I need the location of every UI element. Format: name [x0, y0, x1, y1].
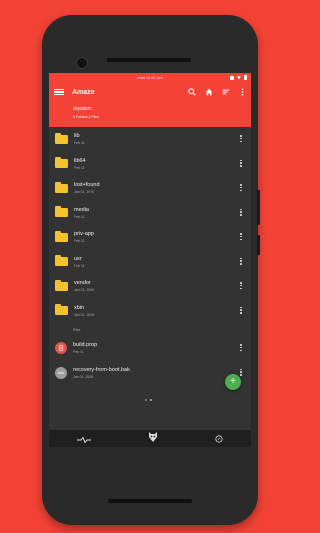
list-item[interactable]: lib64 Feb 11: [49, 152, 251, 177]
item-name: lib64: [74, 157, 86, 164]
volume-button: [257, 235, 260, 255]
item-date: Feb 11: [74, 214, 85, 219]
more-options-icon[interactable]: [240, 282, 242, 290]
folder-icon: [55, 181, 68, 193]
page-indicator: [145, 399, 152, 401]
signal-logo-icon[interactable]: [77, 430, 92, 448]
list-item[interactable]: vendor Jan 01, 2009: [49, 274, 251, 299]
more-options-icon[interactable]: [240, 135, 242, 143]
app-mascot-icon[interactable]: [148, 430, 158, 448]
status-time: mon 11:47 pm: [137, 75, 163, 80]
bottom-nav-bar: [49, 430, 251, 447]
item-date: Feb 11: [74, 141, 85, 146]
overflow-menu-icon[interactable]: [238, 87, 247, 96]
list-item[interactable]: lib Feb 11: [49, 127, 251, 152]
item-date: Feb 11: [74, 165, 85, 170]
list-item[interactable]: priv-app Feb 11: [49, 225, 251, 250]
app-title: Amaze: [72, 88, 95, 96]
folder-icon: [55, 230, 68, 242]
item-name: priv-app: [74, 231, 94, 238]
list-item[interactable]: usr Feb 11: [49, 250, 251, 275]
list-item[interactable]: bak recovery-from-boot.bak Jan 01, 2009: [49, 361, 251, 386]
list-item[interactable]: lost+found Jan 01, 1970: [49, 176, 251, 201]
folder-icon: [55, 304, 68, 316]
item-name: lib: [74, 133, 80, 140]
item-name: recovery-from-boot.bak: [73, 366, 130, 373]
item-date: Jan 01, 2009: [74, 288, 95, 293]
more-options-icon[interactable]: [240, 368, 242, 377]
item-date: Jan 01, 1970: [74, 190, 95, 195]
more-options-icon[interactable]: [240, 184, 242, 192]
folder-icon: [55, 157, 68, 169]
folder-icon: [55, 255, 68, 267]
file-list: lib Feb 11 lib64 Feb 11 lost+found Jan 01, …: [49, 127, 251, 385]
front-camera: [77, 58, 87, 68]
folder-icon: [55, 206, 68, 218]
item-name: media: [74, 206, 89, 213]
item-date: Jan 01, 2009: [73, 374, 94, 379]
item-name: lost+found: [74, 182, 100, 189]
bak-file-icon: bak: [55, 366, 67, 379]
more-options-icon[interactable]: [240, 233, 242, 241]
list-item[interactable]: build.prop Feb 11: [49, 336, 251, 361]
list-item[interactable]: media Feb 11: [49, 201, 251, 226]
files-section-label: Files: [73, 327, 81, 332]
more-options-icon[interactable]: [240, 306, 242, 315]
item-date: Jan 01, 2009: [74, 312, 95, 317]
item-name: build.prop: [73, 342, 98, 349]
item-date: Feb 11: [73, 350, 84, 355]
folder-icon: [55, 132, 68, 144]
file-badge: bak: [57, 370, 65, 376]
app-bar: Amaze: [49, 82, 251, 102]
top-speaker: [107, 58, 191, 62]
list-item[interactable]: xbin Jan 01, 2009: [49, 299, 251, 324]
power-button: [257, 190, 260, 225]
sort-icon[interactable]: [221, 87, 230, 96]
add-fab-button[interactable]: +: [225, 374, 241, 390]
more-options-icon[interactable]: [240, 159, 242, 168]
document-icon: [55, 342, 67, 355]
item-date: Feb 11: [74, 239, 85, 244]
item-name: xbin: [74, 304, 85, 311]
more-options-icon[interactable]: [240, 344, 242, 352]
more-options-icon[interactable]: [240, 208, 242, 217]
home-icon[interactable]: [204, 87, 213, 96]
item-count: 9 Folders 2 Files: [73, 115, 99, 119]
compass-icon[interactable]: [215, 430, 223, 448]
search-icon[interactable]: [187, 87, 196, 96]
item-date: Feb 11: [74, 263, 85, 268]
menu-icon[interactable]: [54, 88, 64, 97]
current-path: /system: [73, 106, 92, 112]
item-name: usr: [74, 255, 82, 262]
folder-icon: [55, 279, 68, 291]
status-bar: mon 11:47 pm: [49, 73, 251, 82]
item-name: vendor: [74, 280, 91, 287]
more-options-icon[interactable]: [240, 257, 242, 266]
path-bar[interactable]: /system 9 Folders 2 Files: [49, 102, 251, 127]
bottom-speaker: [108, 499, 192, 503]
app-screen: mon 11:47 pm Amaze /system 9 Folders 2 F…: [49, 73, 251, 447]
